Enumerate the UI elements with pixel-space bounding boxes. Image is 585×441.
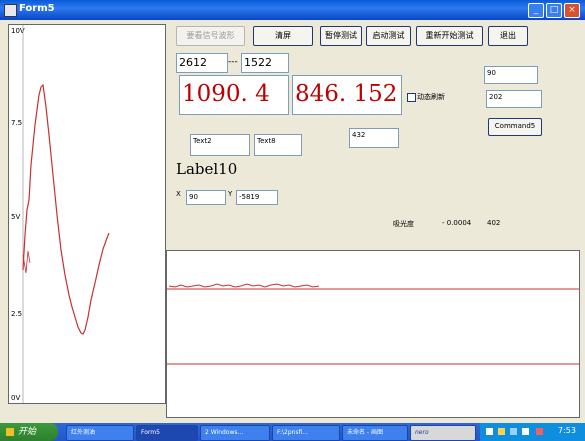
restart-test-button[interactable]: 重新开始测试 [416, 26, 483, 46]
x-label: X [176, 190, 181, 198]
waveform-plot: 10V 7.5 5V 2.5 0V [8, 24, 166, 404]
taskbar-item-active[interactable]: Form5 [136, 425, 198, 441]
start-test-button[interactable]: 启动测试 [366, 26, 411, 46]
view-waveform-button[interactable]: 要看信号波形 [176, 26, 245, 46]
right-value-field[interactable]: 1522 [241, 53, 289, 73]
right-top-field[interactable]: 90 [484, 66, 538, 84]
close-button[interactable]: × [564, 3, 580, 18]
windows-logo-icon [6, 428, 14, 436]
form-client-area: 10V 7.5 5V 2.5 0V 要看信号波形 清屏 暂停测试 启动测试 重新… [6, 22, 580, 421]
taskbar-item[interactable]: nero [410, 425, 476, 441]
big-value-1[interactable]: 1090. 4 [179, 75, 289, 115]
main-window: Form5 _ □ × 10V 7.5 5V 2.5 0V 要看信号波形 清屏 … [0, 0, 585, 423]
exit-button[interactable]: 退出 [488, 26, 528, 46]
y-value-field[interactable]: -5819 [236, 190, 278, 205]
signal-plot [166, 250, 580, 418]
absorbance-label: 吸光度 [393, 220, 414, 228]
text2-field[interactable]: Text2 [190, 134, 250, 156]
dynamic-refresh-label: 动态刷新 [417, 93, 445, 101]
tray-icon[interactable] [536, 428, 543, 435]
system-tray: 7:53 [480, 423, 585, 441]
app-icon [4, 4, 17, 17]
tray-icon[interactable] [510, 428, 517, 435]
text8-field[interactable]: Text8 [254, 134, 302, 156]
taskbar: 开始 红外测油 Form5 2 Windows... F:\2pnsfi... … [0, 423, 585, 441]
window-title: Form5 [19, 3, 55, 14]
waveform-trace [22, 83, 110, 335]
command5-button[interactable]: Command5 [488, 118, 542, 136]
start-button[interactable]: 开始 [0, 423, 58, 441]
maximize-button[interactable]: □ [546, 3, 562, 18]
right-mid-field[interactable]: 202 [486, 90, 542, 108]
left-value-field[interactable]: 2612 [176, 53, 228, 73]
x-value-field[interactable]: 90 [186, 190, 226, 205]
start-label: 开始 [18, 427, 37, 437]
waveform-trace-svg [22, 25, 110, 403]
pause-test-button[interactable]: 暂停测试 [320, 26, 362, 46]
taskbar-item[interactable]: 红外测油 [66, 425, 134, 441]
title-bar[interactable]: Form5 _ □ × [0, 0, 585, 20]
dynamic-refresh-checkbox[interactable] [407, 93, 416, 102]
tray-icon[interactable] [486, 428, 493, 435]
taskbar-item[interactable]: 未命名 - 画图 [342, 425, 408, 441]
tray-icon[interactable] [498, 428, 505, 435]
minimize-button[interactable]: _ [528, 3, 544, 18]
big-value-2[interactable]: 846. 152 [292, 75, 402, 115]
taskbar-item[interactable]: 2 Windows... [200, 425, 270, 441]
clear-screen-button[interactable]: 清屏 [253, 26, 313, 46]
label10: Label10 [176, 160, 238, 178]
value-separator: --- [228, 57, 238, 67]
absorbance-count: 402 [487, 219, 501, 227]
signal-trace [168, 283, 320, 288]
signal-plot-svg [167, 283, 579, 365]
taskbar-item[interactable]: F:\2pnsfi... [272, 425, 340, 441]
y-label: Y [228, 190, 233, 198]
clock: 7:53 [558, 426, 576, 435]
mid-value-field[interactable]: 432 [349, 128, 399, 148]
absorbance-value: - 0.0004 [442, 219, 472, 227]
tray-icon[interactable] [522, 428, 529, 435]
